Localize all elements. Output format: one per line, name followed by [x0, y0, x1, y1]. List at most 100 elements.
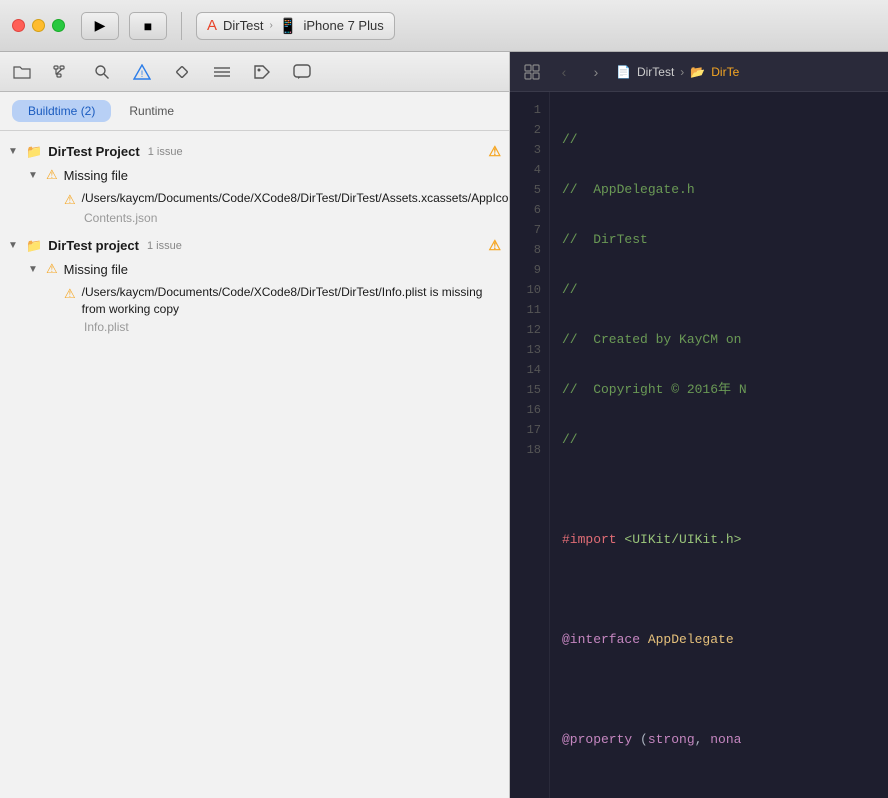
issue-path-1: ⚠ /Users/kaycm/Documents/Code/XCode8/Dir… [64, 190, 501, 209]
list-icon[interactable] [208, 58, 236, 86]
line-num-5: 5 [510, 180, 549, 200]
device-icon: 📱 [279, 17, 298, 35]
group-name-1: DirTest Project [48, 144, 140, 159]
code-line-2: // AppDelegate.h [562, 180, 876, 200]
sub-header-2[interactable]: ▼ ⚠ Missing file [20, 258, 509, 280]
code-line-14 [562, 780, 876, 798]
nav-back-icon[interactable]: ‹ [552, 60, 576, 84]
line-num-15: 15 [510, 380, 549, 400]
issue-group-2: ▼ 📁 DirTest project 1 issue ⚠ ▼ ⚠ Missin… [0, 233, 509, 338]
code-line-8 [562, 480, 876, 500]
warning-badge-1: ⚠ [488, 143, 501, 160]
folder-icon[interactable] [8, 58, 36, 86]
editor-toolbar: ‹ › 📄 DirTest › 📂 DirTe [510, 52, 888, 92]
chevron-right-icon: › [269, 20, 272, 31]
issue-count-2: 1 issue [147, 240, 182, 252]
code-content[interactable]: // // AppDelegate.h // DirTest // // Cre… [550, 92, 888, 798]
line-num-9: 9 [510, 260, 549, 280]
nav-forward-icon[interactable]: › [584, 60, 608, 84]
issue-count-1: 1 issue [148, 146, 183, 158]
issue-path-text-1: /Users/kaycm/Documents/Code/XCode8/DirTe… [82, 190, 509, 209]
line-num-17: 17 [510, 420, 549, 440]
device-name: iPhone 7 Plus [304, 18, 384, 33]
project-icon-2: 📁 [26, 238, 42, 254]
svg-text:!: ! [141, 69, 144, 79]
tab-runtime[interactable]: Runtime [113, 100, 190, 122]
minimize-button[interactable] [32, 19, 45, 32]
chevron-down-icon: ▼ [8, 240, 20, 251]
code-line-5: // Created by KayCM on [562, 330, 876, 350]
line-num-7: 7 [510, 220, 549, 240]
code-line-3: // DirTest [562, 230, 876, 250]
code-line-10 [562, 580, 876, 600]
scheme-selector[interactable]: A DirTest › 📱 iPhone 7 Plus [196, 12, 395, 40]
issue-path-text-2: /Users/kaycm/Documents/Code/XCode8/DirTe… [82, 284, 501, 318]
breadcrumb: 📄 DirTest › 📂 DirTe [616, 65, 739, 79]
sub-name-1: Missing file [64, 168, 128, 183]
line-num-3: 3 [510, 140, 549, 160]
warning-icon-1: ⚠ [46, 167, 58, 183]
group-header-1[interactable]: ▼ 📁 DirTest Project 1 issue ⚠ [0, 139, 509, 164]
code-line-13: @property (strong, nona [562, 730, 876, 750]
issue-item-2[interactable]: ⚠ /Users/kaycm/Documents/Code/XCode8/Dir… [20, 280, 509, 338]
scheme-icon: A [207, 17, 217, 34]
stop-icon: ■ [144, 18, 152, 34]
code-line-7: // [562, 430, 876, 450]
chat-icon[interactable] [288, 58, 316, 86]
group-header-2[interactable]: ▼ 📁 DirTest project 1 issue ⚠ [0, 233, 509, 258]
sub-name-2: Missing file [64, 262, 128, 277]
titlebar: ▶ ■ A DirTest › 📱 iPhone 7 Plus [0, 0, 888, 52]
stop-button[interactable]: ■ [129, 12, 167, 40]
warning-path-icon-1: ⚠ [64, 191, 76, 209]
navigator-toolbar: ! [0, 52, 509, 92]
diamond-icon[interactable] [168, 58, 196, 86]
line-num-8: 8 [510, 240, 549, 260]
run-button[interactable]: ▶ [81, 12, 119, 40]
chevron-down-icon: ▼ [28, 264, 40, 275]
sub-group-2: ▼ ⚠ Missing file ⚠ /Users/kaycm/Document… [0, 258, 509, 338]
play-icon: ▶ [95, 17, 106, 34]
filter-tabs: Buildtime (2) Runtime [0, 92, 509, 131]
tag-icon[interactable] [248, 58, 276, 86]
close-button[interactable] [12, 19, 25, 32]
line-num-6: 6 [510, 200, 549, 220]
line-num-13: 13 [510, 340, 549, 360]
nav-grid-icon[interactable] [520, 60, 544, 84]
warning-badge-2: ⚠ [488, 237, 501, 254]
scheme-name: DirTest [223, 18, 263, 33]
right-panel: ‹ › 📄 DirTest › 📂 DirTe 1 2 3 4 5 6 7 8 … [510, 52, 888, 798]
breadcrumb-arrow-1: › [680, 65, 684, 79]
code-line-6: // Copyright © 2016年 N [562, 380, 876, 400]
warning-filter-icon[interactable]: ! [128, 58, 156, 86]
issue-filename-2: Info.plist [64, 320, 501, 334]
breadcrumb-folder: DirTe [711, 65, 739, 79]
issues-list: ▼ 📁 DirTest Project 1 issue ⚠ ▼ ⚠ Missin… [0, 131, 509, 798]
code-line-11: @interface AppDelegate [562, 630, 876, 650]
code-line-9: #import <UIKit/UIKit.h> [562, 530, 876, 550]
sub-header-1[interactable]: ▼ ⚠ Missing file [20, 164, 509, 186]
project-icon-1: 📁 [26, 144, 42, 160]
line-num-4: 4 [510, 160, 549, 180]
issue-item-1[interactable]: ⚠ /Users/kaycm/Documents/Code/XCode8/Dir… [20, 186, 509, 229]
issue-filename-1: Contents.json [64, 211, 501, 225]
chevron-down-icon: ▼ [28, 170, 40, 181]
separator [181, 12, 182, 40]
line-num-1: 1 [510, 100, 549, 120]
issue-path-2: ⚠ /Users/kaycm/Documents/Code/XCode8/Dir… [64, 284, 501, 318]
issue-group-1: ▼ 📁 DirTest Project 1 issue ⚠ ▼ ⚠ Missin… [0, 139, 509, 229]
fullscreen-button[interactable] [52, 19, 65, 32]
line-num-11: 11 [510, 300, 549, 320]
sub-group-1: ▼ ⚠ Missing file ⚠ /Users/kaycm/Document… [0, 164, 509, 229]
line-num-16: 16 [510, 400, 549, 420]
breadcrumb-project: DirTest [637, 65, 674, 79]
tab-buildtime[interactable]: Buildtime (2) [12, 100, 111, 122]
line-num-2: 2 [510, 120, 549, 140]
breadcrumb-file-icon: 📄 [616, 65, 631, 79]
left-panel: ! Buildtime (2) Runtime [0, 52, 510, 798]
code-line-1: // [562, 130, 876, 150]
search-icon[interactable] [88, 58, 116, 86]
hierarchy-icon[interactable] [48, 58, 76, 86]
line-num-14: 14 [510, 360, 549, 380]
line-num-18: 18 [510, 440, 549, 460]
traffic-lights [12, 19, 65, 32]
